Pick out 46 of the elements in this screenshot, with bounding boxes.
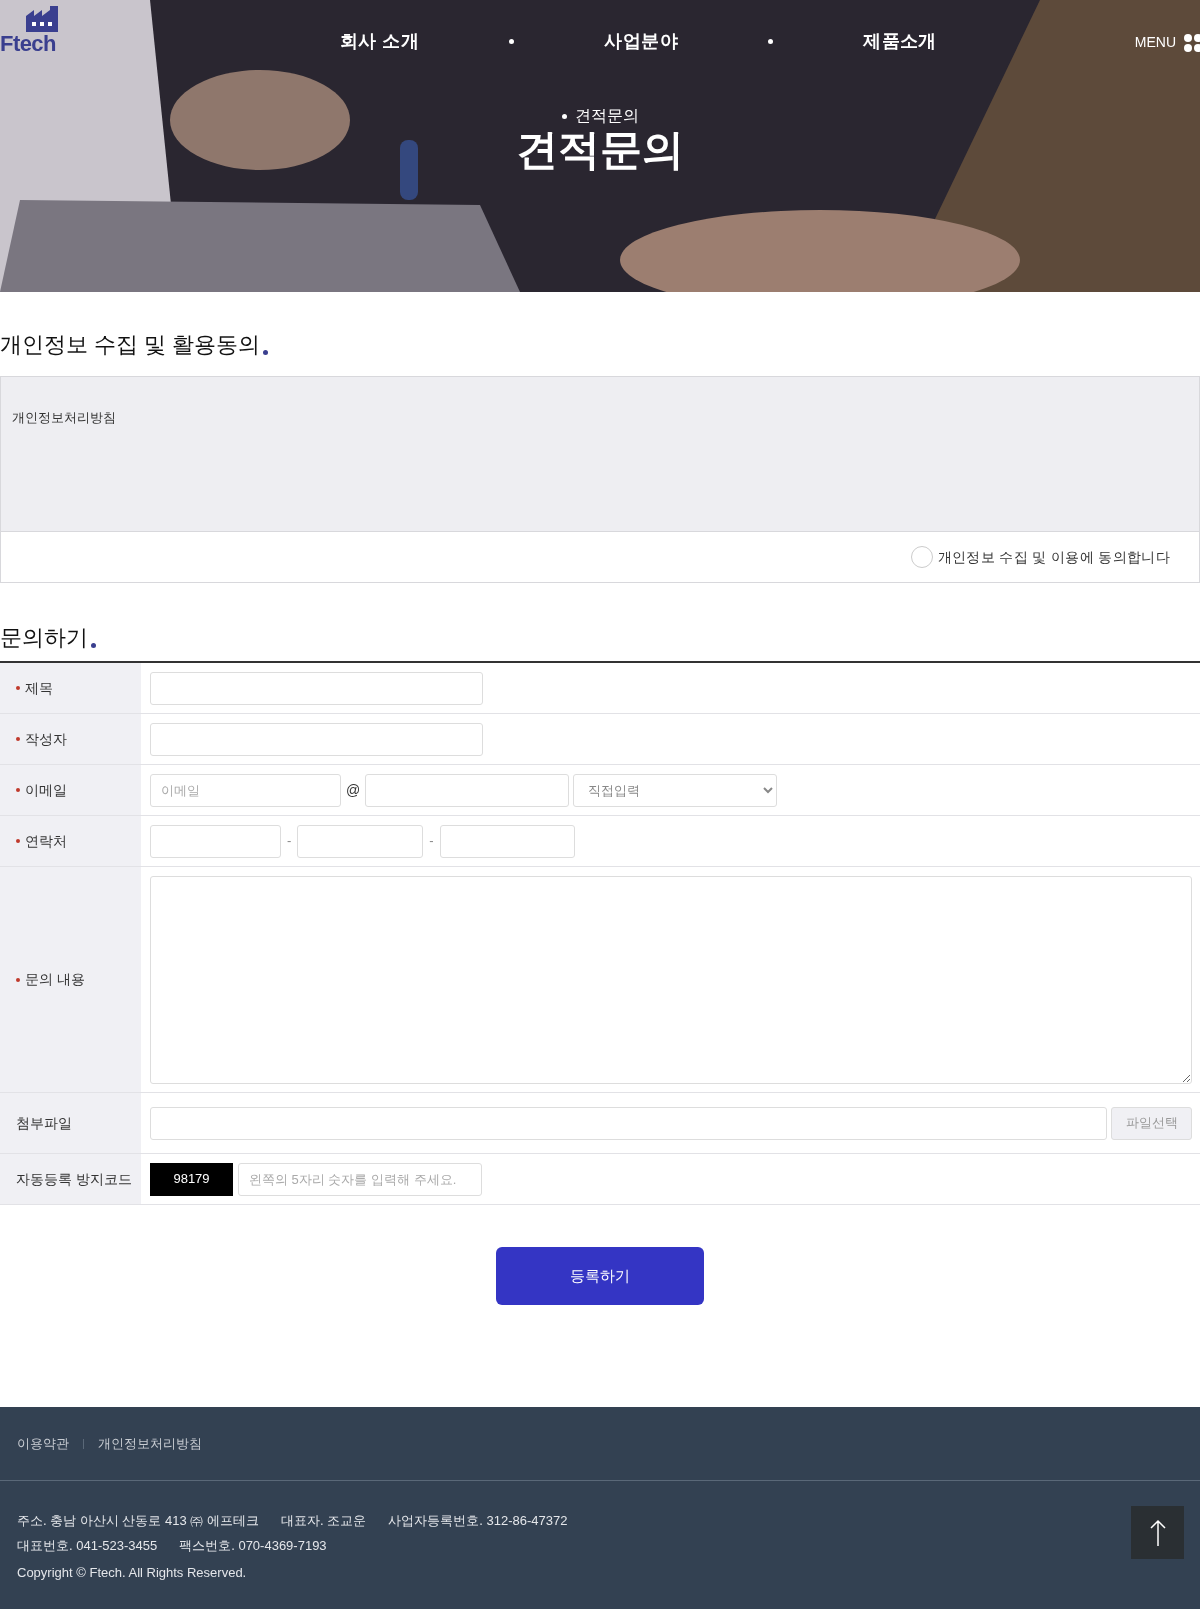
phone-field[interactable] [439,824,575,858]
arrow-up-icon [1149,1518,1166,1547]
back-to-top-button[interactable] [1131,1506,1184,1559]
section-title: 문의하기 [0,627,88,649]
at-sign: @ [346,780,361,800]
domain-field[interactable] [365,773,570,807]
input-field[interactable] [150,722,483,756]
field-label: 제목 [25,678,53,698]
captcha-field[interactable]: 왼쪽의 5자리 숫자를 입력해 주세요. [238,1162,482,1196]
domain-select[interactable]: 직접입력 [573,773,778,807]
field-label: 작성자 [25,729,67,749]
policy-text: 개인정보처리방침 [12,410,116,425]
menu-label[interactable]: MENU [1134,32,1176,53]
field-label: 첨부파일 [16,1113,72,1133]
company-info: 대표번호. 041-523-3455 [17,1536,158,1555]
field-label: 이메일 [25,780,67,800]
agree-label[interactable]: 개인정보 수집 및 이용에 동의합니다 [937,546,1170,568]
breadcrumb: 견적문의 [574,108,639,124]
message-field[interactable] [150,875,1192,1084]
company-info: 주소. 충남 아산시 산동로 413 ㈜ 에프테크 [17,1512,259,1530]
company-info: 대표자. 조교운 [281,1512,367,1530]
footer-link[interactable]: 이용약관 [17,1433,69,1454]
submit-button[interactable]: 등록하기 [496,1247,704,1305]
email-field[interactable]: 이메일 [150,773,341,807]
field-label: 연락처 [25,831,67,851]
company-info: 팩스번호. 070-4369-7193 [179,1536,327,1555]
agree-radio[interactable] [910,546,933,568]
phone-field[interactable] [297,824,424,858]
page-title: 견적문의 [516,125,684,175]
input-field[interactable] [150,671,483,705]
file-field[interactable] [150,1106,1107,1140]
logo[interactable]: Ftech [0,33,56,55]
dash: - [287,832,292,851]
captcha-code: 98179 [150,1162,233,1196]
nav-link[interactable]: 제품소개 [863,28,937,55]
field-label: 문의 내용 [25,970,85,989]
nav-link[interactable]: 사업분야 [604,28,679,55]
copyright: Copyright © Ftech. All Rights Reserved. [17,1564,248,1582]
section-title: 개인정보 수집 및 활용동의 [0,334,261,356]
menu-icon[interactable] [1184,33,1200,52]
company-info: 사업자등록번호. 312-86-47372 [388,1512,568,1530]
phone-field[interactable] [150,824,281,858]
field-label: 자동등록 방지코드 [16,1169,132,1189]
footer-link[interactable]: 개인정보처리방침 [98,1433,202,1454]
dash: - [429,832,434,851]
nav-link[interactable]: 회사 소개 [340,28,420,55]
